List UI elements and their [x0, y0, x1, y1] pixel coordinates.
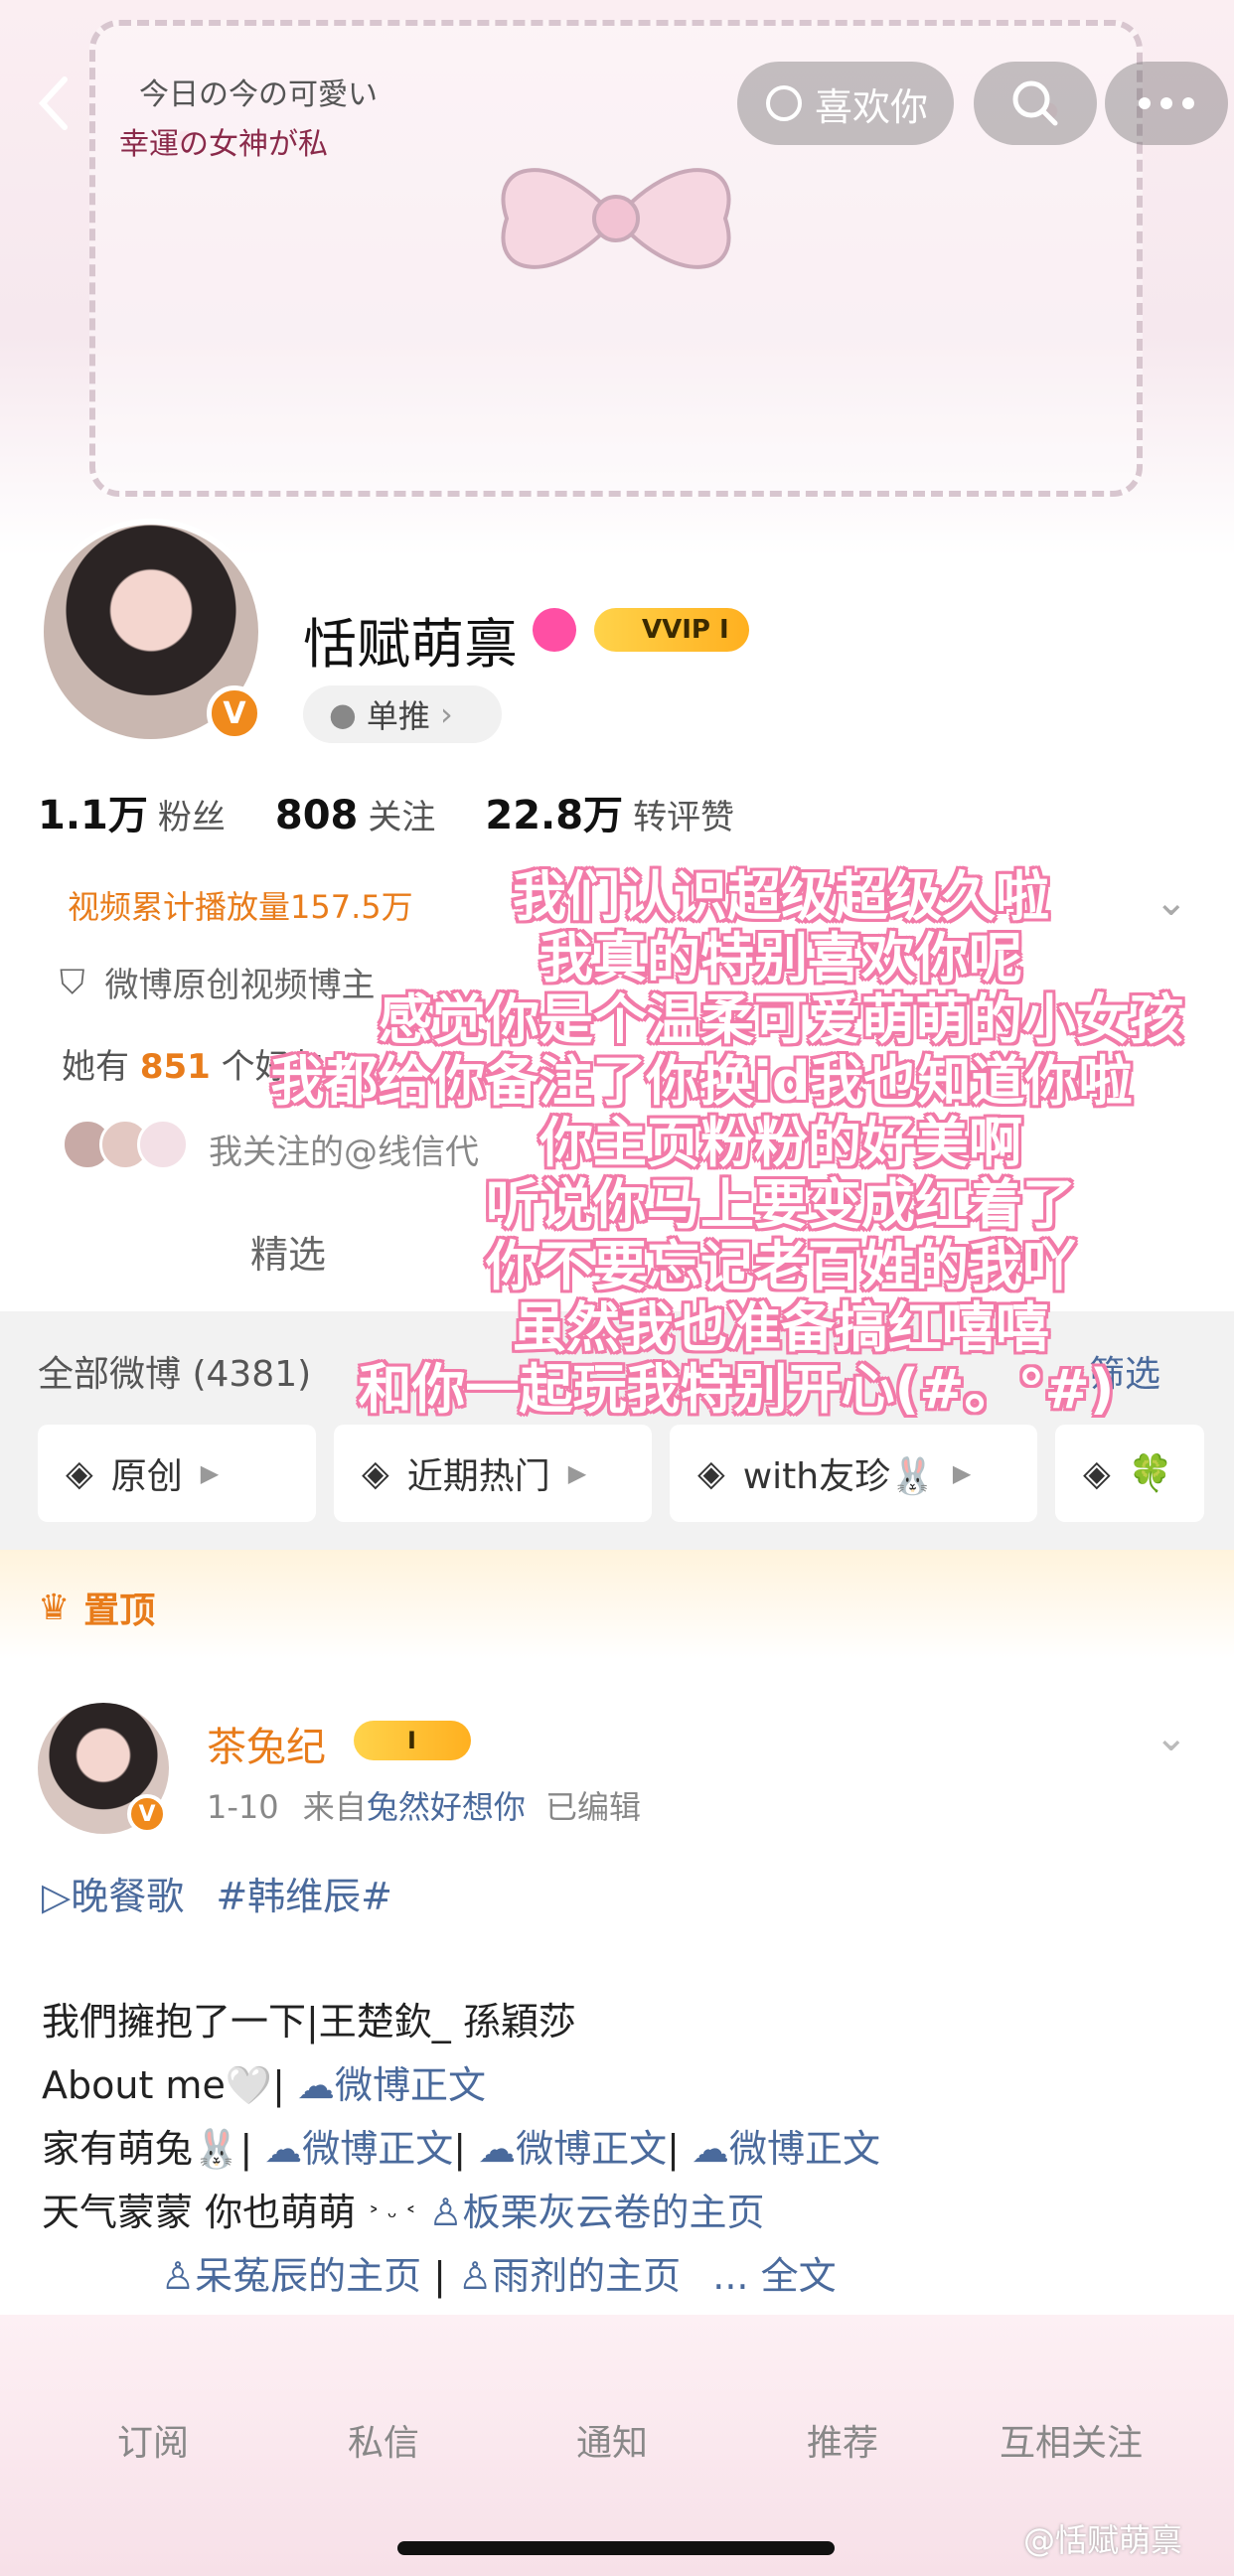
overlay-line: 感觉你是个温柔可爱萌萌的小女孩	[379, 988, 1183, 1051]
post-line-3: About me🤍| ☁微博正文	[42, 2054, 486, 2109]
chevron-right-icon: ›	[439, 695, 453, 733]
song-link[interactable]: ▷晚餐歌	[42, 1875, 184, 1918]
overlay-message: 我们认识超级超级久啦 我真的特别喜欢你呢 感觉你是个温柔可爱萌萌的小女孩 我都给…	[270, 865, 1234, 1421]
mini-avatars	[62, 1119, 189, 1179]
pinned-text: 置顶	[83, 1591, 156, 1631]
verified-badge-icon: V	[207, 685, 262, 741]
chip-label: 原创	[110, 1456, 183, 1497]
recommend-label: 单推	[366, 697, 430, 735]
hashtag-link[interactable]: #韩维辰#	[216, 1875, 392, 1918]
overlay-line: 我们认识超级超级久啦	[513, 865, 1049, 928]
overlay-line: 听说你马上要变成红着了	[486, 1173, 1076, 1236]
post-meta: 1-10 来自兔然好想你 已编辑	[207, 1782, 641, 1828]
weibo-text-link[interactable]: ☁微博正文	[297, 2063, 486, 2107]
chip-original[interactable]: ◈ 原创 ▶	[38, 1425, 316, 1522]
stat-following[interactable]: 808 关注	[275, 790, 436, 838]
chip-with-friend[interactable]: ◈ with友珍🐰 ▶	[670, 1425, 1037, 1522]
triangle-right-icon: ▶	[200, 1459, 220, 1487]
person-icon: ●	[329, 695, 357, 733]
pinned-label: ♛ 置顶	[38, 1582, 155, 1633]
overlay-line: 和你一起玩我特别开心(#。°#)	[358, 1358, 1115, 1421]
name-tag-icon[interactable]	[533, 608, 576, 652]
chip-label: 🍀	[1128, 1453, 1173, 1494]
chip-label: 近期热门	[406, 1456, 550, 1497]
overlay-line: 我真的特别喜欢你呢	[540, 927, 1022, 989]
shield-icon: ⛉	[60, 962, 85, 1002]
profile-name: 恬赋萌禀	[303, 613, 518, 676]
line5-text: 天气蒙蒙 你也萌萌	[42, 2191, 357, 2234]
stat-interactions[interactable]: 22.8万 转评赞	[485, 783, 734, 840]
weibo-text-link[interactable]: ☁微博正文	[478, 2127, 667, 2171]
recommend-button[interactable]: ● 单推 ›	[303, 685, 502, 743]
post-author-name[interactable]: 茶兔纪	[207, 1715, 326, 1772]
line3-text: About me🤍|	[42, 2063, 285, 2107]
home-indicator[interactable]	[397, 2541, 835, 2555]
nav-notifications[interactable]: 通知	[576, 2414, 648, 2466]
chip-clover[interactable]: ◈ 🍀	[1055, 1425, 1204, 1522]
like-you-button[interactable]: 喜欢你	[737, 62, 954, 145]
profile-link[interactable]: ♙雨剂的主页	[458, 2254, 681, 2298]
crown-icon: ♛	[38, 1587, 71, 1628]
stat-fans[interactable]: 1.1万 粉丝	[38, 783, 226, 840]
friends-prefix: 她有	[62, 1047, 129, 1087]
weibo-text-link[interactable]: ☁微博正文	[264, 2127, 453, 2171]
like-you-label: 喜欢你	[814, 84, 928, 129]
nav-subscribe[interactable]: 订阅	[117, 2414, 189, 2466]
post-line-4: 家有萌兔🐰| ☁微博正文| ☁微博正文| ☁微博正文	[42, 2127, 881, 2171]
post-line-6: ♙呆菟辰的主页 | ♙雨剂的主页 ... 全文	[161, 2254, 837, 2298]
chip-recent-hot[interactable]: ◈ 近期热门 ▶	[334, 1425, 652, 1522]
profile-link[interactable]: ♙呆菟辰的主页	[161, 2254, 421, 2298]
line4-text: 家有萌兔🐰|	[42, 2127, 253, 2171]
nav-messages[interactable]: 私信	[348, 2414, 419, 2466]
layers-icon: ◈	[362, 1452, 389, 1494]
post-from-prefix: 来自	[302, 1788, 367, 1826]
overlay-line: 我都给你备注了你换id我也知道你啦	[270, 1050, 1133, 1113]
post-date: 1-10	[207, 1788, 279, 1826]
search-button[interactable]	[974, 62, 1097, 145]
line5-kaomoji: ˃ ᵕ ˂	[368, 2203, 417, 2231]
banner-caption-1: 今日の今の可愛い	[139, 77, 378, 112]
layers-icon: ◈	[66, 1452, 93, 1494]
post-line-5: 天气蒙蒙 你也萌萌 ˃ ᵕ ˂ ♙板栗灰云卷的主页	[42, 2182, 765, 2236]
profile-link[interactable]: ♙板栗灰云卷的主页	[428, 2191, 764, 2234]
tab-featured[interactable]: 精选	[250, 1224, 326, 1279]
more-dots-icon	[1139, 97, 1194, 109]
search-icon	[1012, 80, 1058, 126]
post-line-1: ▷晚餐歌 #韩维辰#	[42, 1866, 392, 1920]
post-source[interactable]: 兔然好想你	[367, 1788, 526, 1826]
post-edited: 已编辑	[545, 1788, 642, 1826]
pinned-band	[0, 1550, 1234, 1659]
triangle-right-icon: ▶	[567, 1459, 587, 1487]
weibo-text-link[interactable]: ☁微博正文	[692, 2127, 880, 2171]
post-author-rank-badge[interactable]: I	[354, 1721, 471, 1760]
profile-stats: 1.1万 粉丝 808 关注 22.8万 转评赞	[38, 783, 734, 840]
read-more-link[interactable]: ... 全文	[712, 2254, 836, 2298]
triangle-right-icon: ▶	[952, 1459, 972, 1487]
back-button[interactable]	[20, 62, 89, 145]
hand-wave-icon	[765, 85, 802, 121]
watermark: @恬赋萌禀	[1023, 2521, 1183, 2559]
banner-caption-2: 幸運の女神が私	[119, 127, 328, 162]
overlay-line: 你主页粉粉的好美啊	[540, 1112, 1022, 1174]
more-button[interactable]	[1105, 62, 1228, 145]
post-line-2: 我們擁抱了一下|王楚欽_ 孫穎莎	[42, 2000, 576, 2044]
overlay-line: 虽然我也准备搞红嘻嘻	[513, 1296, 1049, 1359]
overlay-line: 你不要忘记老百姓的我吖	[486, 1235, 1076, 1297]
layers-icon: ◈	[697, 1452, 725, 1494]
post-verified-icon: V	[127, 1794, 167, 1834]
chevron-left-icon	[38, 76, 68, 130]
layers-icon: ◈	[1083, 1452, 1111, 1494]
post-options-chevron-icon[interactable]: ⌄	[1155, 1715, 1188, 1760]
nav-recommend[interactable]: 推荐	[807, 2414, 878, 2466]
bow-decoration	[501, 168, 731, 269]
category-chips: ◈ 原创 ▶ ◈ 近期热门 ▶ ◈ with友珍🐰 ▶ ◈ 🍀	[38, 1425, 1204, 1522]
nav-mutual-follow[interactable]: 互相关注	[1000, 2414, 1143, 2466]
chip-label: with友珍🐰	[742, 1456, 935, 1497]
vip-badge[interactable]: VVIP I	[594, 608, 749, 652]
